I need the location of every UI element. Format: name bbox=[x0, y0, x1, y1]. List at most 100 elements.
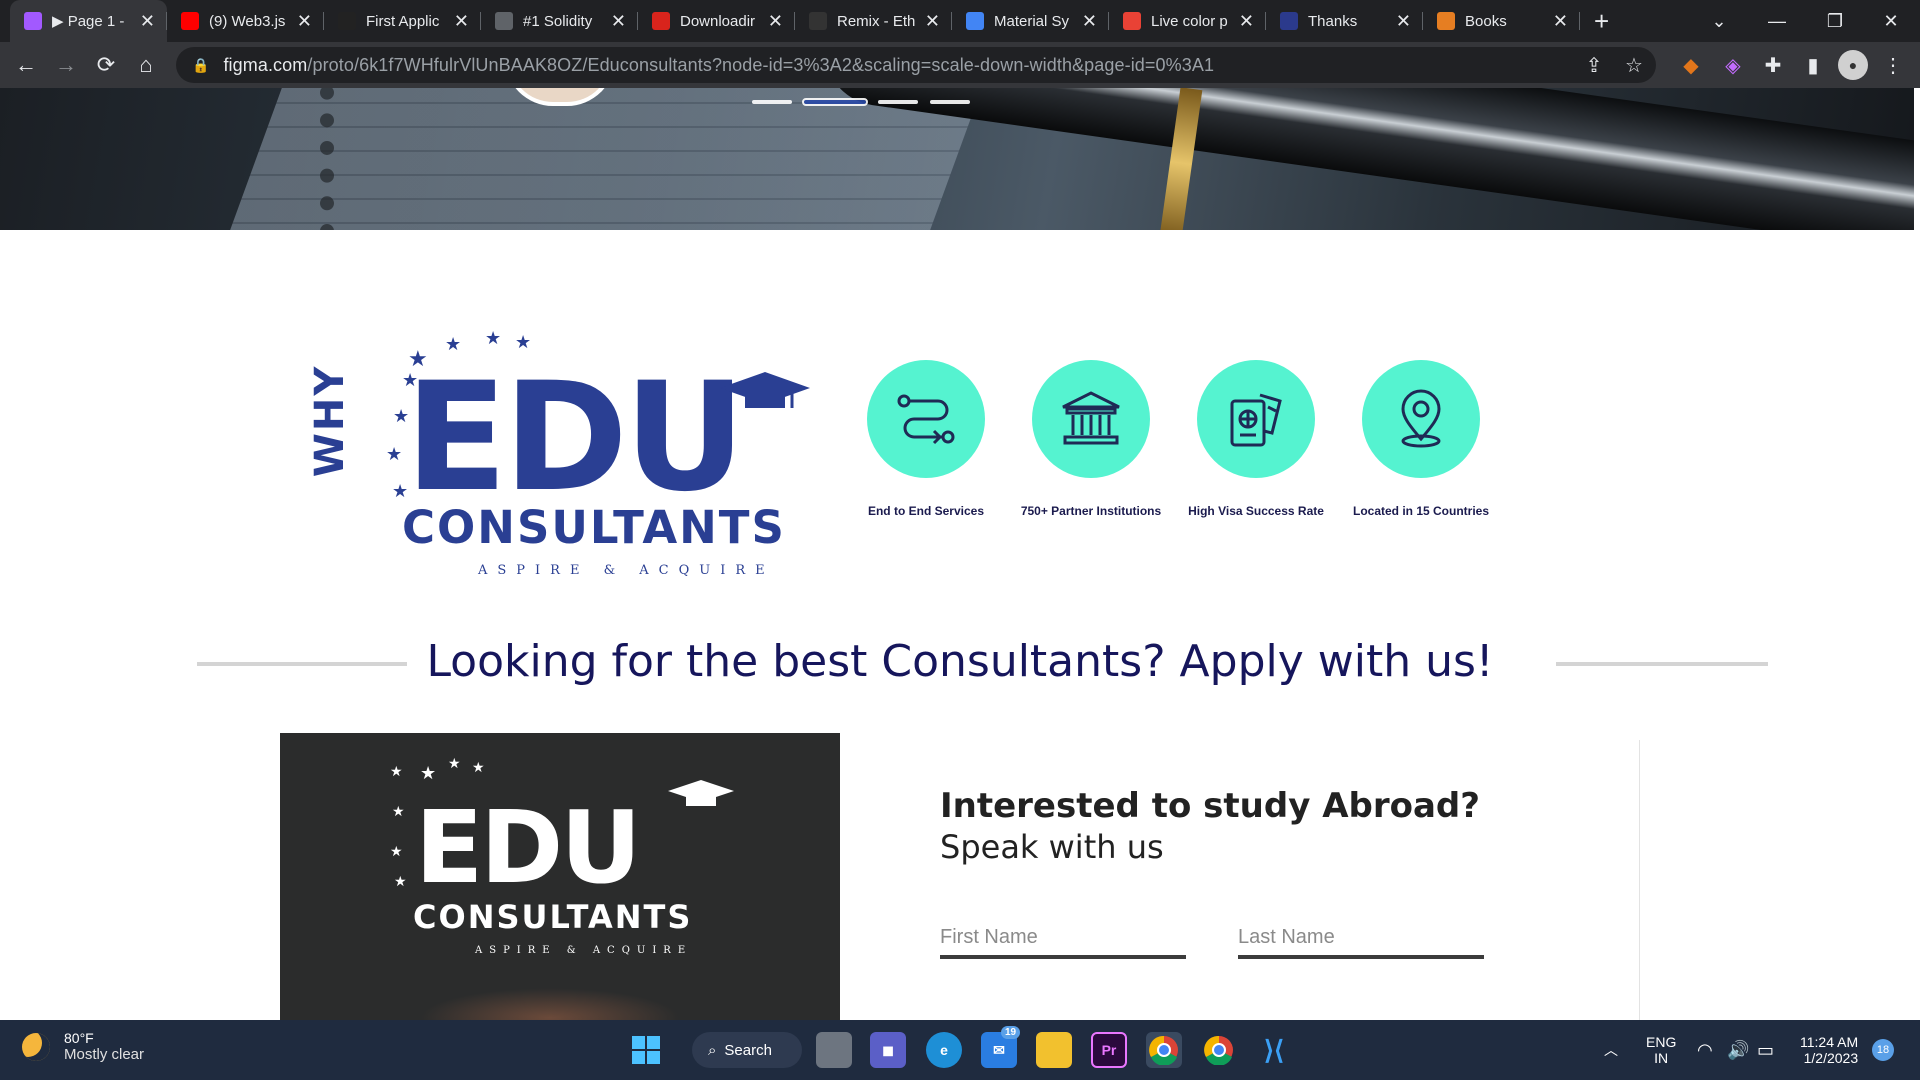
logo-consultants-text: CONSULTANTS bbox=[402, 501, 786, 554]
wifi-icon[interactable]: ◠ bbox=[1697, 1020, 1713, 1080]
moon-weather-icon bbox=[22, 1032, 50, 1061]
lad-icon bbox=[1280, 12, 1298, 30]
reload-icon[interactable]: ⟳ bbox=[86, 45, 126, 85]
browser-tab[interactable]: First Applic ✕ bbox=[324, 0, 481, 42]
profile-avatar[interactable]: ● bbox=[1838, 50, 1868, 80]
mail-icon[interactable]: ✉ 19 bbox=[981, 1026, 1021, 1068]
tab-title: Thanks bbox=[1308, 12, 1358, 30]
close-tab-icon[interactable]: ✕ bbox=[454, 11, 469, 32]
task-view-icon[interactable] bbox=[816, 1032, 852, 1068]
extensions-puzzle-icon[interactable]: ✚ bbox=[1758, 50, 1788, 80]
form-divider bbox=[1639, 740, 1640, 1020]
carousel-dot[interactable] bbox=[930, 100, 970, 104]
back-icon[interactable]: ← bbox=[6, 45, 46, 85]
color-icon bbox=[1123, 12, 1141, 30]
github-icon bbox=[809, 12, 827, 30]
feature-countries: Located in 15 Countries bbox=[1336, 360, 1506, 518]
url-text[interactable]: figma.com/proto/6k1f7WHfulrVlUnBAAK8OZ/E… bbox=[223, 55, 1214, 76]
share-icon[interactable]: ⇪ bbox=[1576, 47, 1612, 83]
feature-end-to-end: End to End Services bbox=[841, 360, 1011, 518]
card-logo-tagline: ASPIRE & ACQUIRE bbox=[475, 945, 693, 956]
globe-icon bbox=[495, 12, 513, 30]
close-tab-icon[interactable]: ✕ bbox=[297, 11, 312, 32]
windows-start-icon[interactable] bbox=[628, 1032, 664, 1068]
search-icon: ⌕ bbox=[708, 1041, 717, 1059]
close-tab-icon[interactable]: ✕ bbox=[140, 11, 155, 32]
side-panel-icon[interactable]: ▮ bbox=[1798, 50, 1828, 80]
color-picker-extension-icon[interactable]: ◈ bbox=[1718, 50, 1748, 80]
star-icon: ★ bbox=[515, 332, 532, 352]
new-tab-button[interactable]: + bbox=[1594, 6, 1609, 37]
logo-edu-text: EDU bbox=[405, 351, 746, 525]
tab-title: ▶ Page 1 - bbox=[52, 13, 125, 30]
card-logo-edu-text: EDU bbox=[415, 789, 642, 906]
lock-icon[interactable]: 🔒 bbox=[192, 57, 209, 74]
browser-tab[interactable]: Material Sy ✕ bbox=[952, 0, 1109, 42]
dapp-icon bbox=[338, 12, 356, 30]
battery-icon[interactable]: ▭ bbox=[1757, 1020, 1774, 1080]
lang-bottom: IN bbox=[1654, 1050, 1669, 1066]
tab-title: Material Sy bbox=[994, 12, 1070, 30]
teams-chat-icon[interactable]: ◼ bbox=[870, 1032, 906, 1068]
browser-tab[interactable]: ▶ Page 1 - ✕ bbox=[10, 0, 167, 42]
bookmark-star-icon[interactable]: ☆ bbox=[1616, 47, 1652, 83]
close-tab-icon[interactable]: ✕ bbox=[1082, 11, 1097, 32]
close-window-button[interactable]: ✕ bbox=[1862, 0, 1920, 42]
star-icon: ★ bbox=[386, 444, 403, 464]
restore-button[interactable]: ❐ bbox=[1806, 0, 1864, 42]
chrome-profile-icon[interactable] bbox=[1201, 1032, 1237, 1068]
carousel-dot-active[interactable] bbox=[802, 98, 868, 106]
forward-icon[interactable]: → bbox=[46, 45, 86, 85]
card-background-glow bbox=[420, 988, 680, 1020]
carousel-dot[interactable] bbox=[878, 100, 918, 104]
close-tab-icon[interactable]: ✕ bbox=[1239, 11, 1254, 32]
close-tab-icon[interactable]: ✕ bbox=[925, 11, 940, 32]
url-host: figma.com bbox=[223, 54, 308, 75]
omnibox[interactable]: 🔒 figma.com/proto/6k1f7WHfulrVlUnBAAK8OZ… bbox=[176, 47, 1656, 83]
carousel-dot[interactable] bbox=[752, 100, 792, 104]
language-indicator[interactable]: ENG IN bbox=[1646, 1020, 1676, 1080]
url-path: /proto/6k1f7WHfulrVlUnBAAK8OZ/Educonsult… bbox=[307, 54, 1215, 75]
last-name-input[interactable] bbox=[1238, 926, 1484, 949]
weather-widget[interactable]: 80°F Mostly clear bbox=[22, 1030, 144, 1063]
taskbar-search[interactable]: ⌕ Search bbox=[692, 1032, 802, 1068]
time-text: 11:24 AM bbox=[1800, 1034, 1859, 1050]
home-icon[interactable]: ⌂ bbox=[126, 45, 166, 85]
address-bar-row: ← → ⟳ ⌂ 🔒 figma.com/proto/6k1f7WHfulrVlU… bbox=[0, 42, 1920, 88]
close-tab-icon[interactable]: ✕ bbox=[1553, 11, 1568, 32]
star-icon: ★ bbox=[390, 763, 403, 779]
close-tab-icon[interactable]: ✕ bbox=[1396, 11, 1411, 32]
browser-tab[interactable]: Downloadir ✕ bbox=[638, 0, 795, 42]
volume-icon[interactable]: 🔊 bbox=[1727, 1020, 1749, 1080]
institution-icon bbox=[1032, 360, 1150, 478]
file-explorer-icon[interactable] bbox=[1036, 1032, 1072, 1068]
browser-tab[interactable]: Books ✕ bbox=[1423, 0, 1580, 42]
close-tab-icon[interactable]: ✕ bbox=[611, 11, 626, 32]
vscode-icon[interactable]: ⟩⟨ bbox=[1256, 1032, 1292, 1068]
browser-tab[interactable]: (9) Web3.js ✕ bbox=[167, 0, 324, 42]
browser-tab[interactable]: Thanks ✕ bbox=[1266, 0, 1423, 42]
browser-tab[interactable]: #1 Solidity ✕ bbox=[481, 0, 638, 42]
menu-kebab-icon[interactable]: ⋮ bbox=[1878, 50, 1908, 80]
lang-top: ENG bbox=[1646, 1034, 1677, 1050]
last-name-field[interactable] bbox=[1238, 926, 1484, 959]
metamask-extension-icon[interactable]: ◆ bbox=[1676, 50, 1706, 80]
clock[interactable]: 11:24 AM 1/2/2023 bbox=[1800, 1020, 1858, 1080]
edge-browser-icon[interactable]: e bbox=[926, 1032, 962, 1068]
star-icon: ★ bbox=[390, 843, 403, 859]
feature-label: 750+ Partner Institutions bbox=[1020, 504, 1162, 518]
chrome-icon[interactable] bbox=[1146, 1032, 1182, 1068]
close-tab-icon[interactable]: ✕ bbox=[768, 11, 783, 32]
minimize-button[interactable]: — bbox=[1748, 0, 1806, 42]
tab-title: Remix - Eth bbox=[837, 12, 916, 30]
browser-tab[interactable]: Remix - Eth ✕ bbox=[795, 0, 952, 42]
notification-badge[interactable]: 18 bbox=[1872, 1039, 1894, 1061]
premiere-pro-icon[interactable]: Pr bbox=[1091, 1032, 1127, 1068]
first-name-field[interactable] bbox=[940, 926, 1186, 959]
tab-search-icon[interactable]: ⌄ bbox=[1690, 0, 1748, 42]
browser-tab[interactable]: Live color p ✕ bbox=[1109, 0, 1266, 42]
weather-text: Mostly clear bbox=[64, 1046, 145, 1063]
first-name-input[interactable] bbox=[940, 926, 1186, 949]
show-hidden-icons[interactable]: ︿ bbox=[1604, 1020, 1618, 1080]
youtube-icon bbox=[181, 12, 199, 30]
